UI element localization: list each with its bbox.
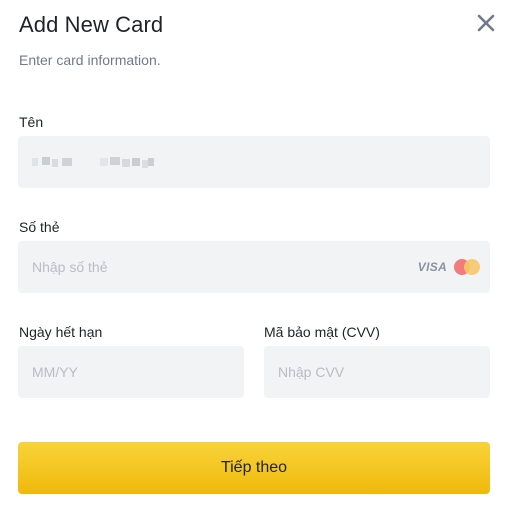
next-button[interactable]: Tiếp theo [18, 442, 490, 494]
expiry-field [18, 346, 244, 398]
card-number-field: VISA [18, 241, 490, 293]
expiry-label: Ngày hết hạn [19, 324, 103, 340]
card-number-label: Số thẻ [19, 219, 60, 235]
dialog-subtitle: Enter card information. [19, 52, 161, 68]
close-icon [477, 14, 495, 32]
mastercard-icon [454, 259, 480, 275]
cvv-field [264, 346, 490, 398]
cvv-input[interactable] [278, 346, 478, 398]
name-field[interactable] [18, 136, 490, 188]
name-label: Tên [19, 114, 44, 130]
add-card-dialog: Add New Card Enter card information. Tên… [0, 0, 509, 512]
expiry-input[interactable] [32, 346, 232, 398]
card-brand-icons: VISA [418, 258, 480, 276]
close-button[interactable] [474, 11, 498, 35]
card-number-input[interactable] [32, 241, 412, 293]
visa-icon: VISA [417, 260, 447, 274]
cvv-label: Mã bảo mật (CVV) [264, 324, 380, 340]
dialog-title: Add New Card [19, 12, 164, 37]
